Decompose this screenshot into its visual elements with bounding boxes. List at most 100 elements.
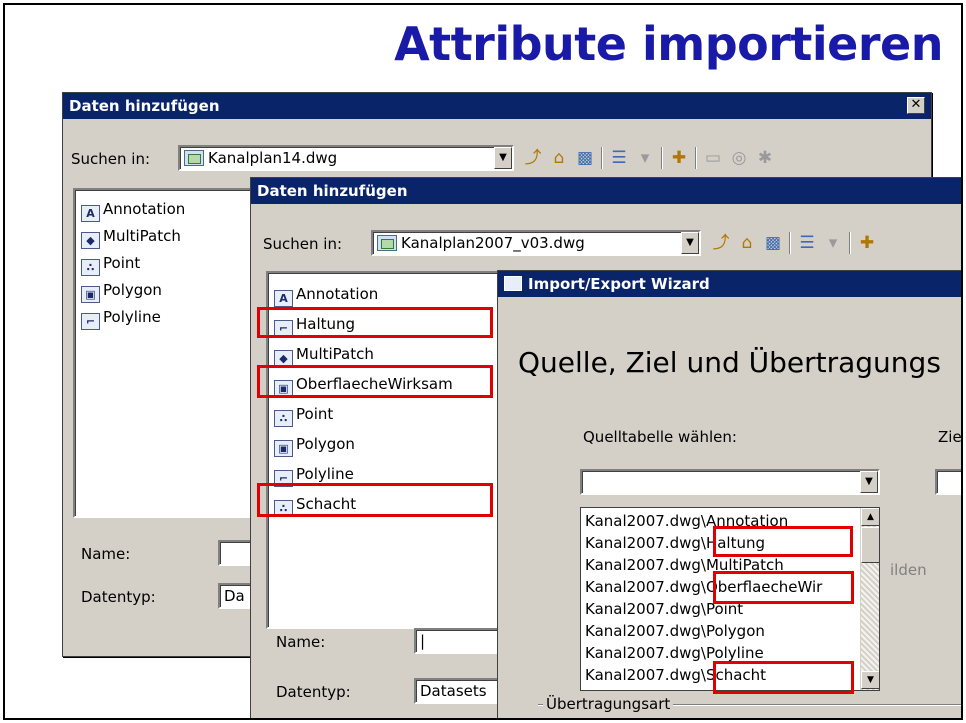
list-item[interactable]: Kanal2007.dwg\Point — [585, 599, 743, 619]
connect-folder-icon[interactable]: ✚ — [669, 148, 689, 168]
import-export-wizard: Import/Export Wizard Quelle, Ziel und Üb… — [497, 270, 962, 718]
point-icon: ∴ — [81, 259, 100, 276]
view-dropdown-icon[interactable]: ▾ — [823, 233, 843, 253]
list-item[interactable]: Kanal2007.dwg\Haltung — [585, 533, 765, 553]
close-button[interactable]: ✕ — [907, 97, 925, 114]
point-icon: ∴ — [274, 500, 293, 517]
dialog-toolbar: ⤴ ⌂ ▩ ☰ ▾ ✚ — [711, 230, 877, 256]
list-item-label: MultiPatch — [103, 227, 181, 245]
list-item[interactable]: ◆ MultiPatch — [274, 343, 374, 367]
toolbar-separator — [789, 232, 791, 254]
chevron-down-icon[interactable]: ▼ — [860, 471, 878, 493]
annotation-icon: A — [274, 290, 293, 307]
list-item-label: Annotation — [103, 200, 186, 218]
list-item[interactable]: A Annotation — [274, 283, 379, 307]
list-item[interactable]: Kanal2007.dwg\Annotation — [585, 511, 788, 531]
view-list-icon[interactable]: ☰ — [609, 148, 629, 168]
chevron-down-icon[interactable]: ▼ — [681, 232, 699, 254]
list-item[interactable]: ▣ Polygon — [274, 433, 355, 457]
list-item[interactable]: ∴ Point — [274, 403, 334, 427]
transfer-mode-group-label: Übertragungsart — [543, 695, 674, 713]
list-item[interactable]: Kanal2007.dwg\Schacht — [585, 665, 766, 685]
name-field[interactable]: | — [414, 628, 504, 654]
look-in-value: Kanalplan14.dwg — [208, 149, 338, 167]
slide-title: Attribute importieren — [394, 17, 943, 71]
list-item-label: Polyline — [296, 465, 354, 483]
database-icon[interactable]: ◎ — [729, 148, 749, 168]
list-item[interactable]: A Annotation — [81, 198, 186, 222]
catalog-icon[interactable]: ▩ — [575, 148, 595, 168]
wizard-app-icon — [504, 276, 522, 291]
list-scrollbar[interactable]: ▲ ▼ — [860, 508, 879, 690]
list-item[interactable]: Kanal2007.dwg\OberflaecheWir — [585, 577, 822, 597]
toolbar-separator — [849, 232, 851, 254]
cad-dataset-icon — [184, 150, 204, 166]
up-folder-icon[interactable]: ⤴ — [711, 233, 731, 253]
polyline-icon: ⌐ — [274, 470, 293, 487]
source-table-label: Quelltabelle wählen: — [583, 428, 737, 446]
look-in-label: Suchen in: — [71, 150, 151, 168]
toolbar-separator — [661, 147, 663, 169]
view-list-icon[interactable]: ☰ — [797, 233, 817, 253]
dialog-titlebar: Daten hinzufügen — [251, 178, 961, 204]
list-item-label: Point — [296, 405, 334, 423]
home-icon[interactable]: ⌂ — [737, 233, 757, 253]
list-item-label: MultiPatch — [296, 345, 374, 363]
look-in-combo[interactable]: Kanalplan2007_v03.dwg ▼ — [371, 230, 701, 256]
list-item[interactable]: ∴ Schacht — [274, 493, 357, 517]
polyline-icon: ⌐ — [81, 313, 100, 330]
list-item-label: Annotation — [296, 285, 379, 303]
look-in-value: Kanalplan2007_v03.dwg — [401, 234, 585, 252]
list-item[interactable]: ◆ MultiPatch — [81, 225, 181, 249]
multipatch-icon: ◆ — [274, 350, 293, 367]
multipatch-icon: ◆ — [81, 232, 100, 249]
source-table-combo[interactable]: ▼ — [580, 469, 880, 495]
cad-dataset-icon — [377, 235, 397, 251]
list-item[interactable]: Kanal2007.dwg\Polyline — [585, 643, 764, 663]
list-item[interactable]: ∴ Point — [81, 252, 141, 276]
list-item[interactable]: ▣ OberflaecheWirksam — [274, 373, 453, 397]
close-icon: ✕ — [910, 97, 922, 112]
wizard-heading: Quelle, Ziel und Übertragungs — [518, 346, 941, 379]
list-item[interactable]: ⌐ Polyline — [81, 306, 161, 330]
scroll-down-icon[interactable]: ▼ — [861, 671, 879, 689]
polygon-icon: ▣ — [274, 440, 293, 457]
scroll-up-icon[interactable]: ▲ — [861, 508, 879, 526]
list-item[interactable]: ⌐ Polyline — [274, 463, 354, 487]
polyline-icon: ⌐ — [274, 320, 293, 337]
partial-button-label: ilden — [890, 561, 927, 579]
list-item-label: OberflaecheWirksam — [296, 375, 453, 393]
chevron-down-icon[interactable]: ▼ — [494, 147, 512, 169]
up-folder-icon[interactable]: ⤴ — [523, 148, 543, 168]
target-table-label: Zielt — [938, 428, 962, 446]
new-folder-icon[interactable]: ▭ — [703, 148, 723, 168]
list-item-label: Polygon — [296, 435, 355, 453]
catalog-icon[interactable]: ▩ — [763, 233, 783, 253]
dialog-title: Daten hinzufügen — [257, 182, 408, 200]
list-item-label: Point — [103, 254, 141, 272]
source-table-list[interactable]: Kanal2007.dwg\Annotation Kanal2007.dwg\H… — [580, 507, 880, 691]
dialog-toolbar: ⤴ ⌂ ▩ ☰ ▾ ✚ ▭ ◎ ✱ — [523, 145, 775, 171]
wizard-title: Import/Export Wizard — [528, 275, 710, 293]
connect-folder-icon[interactable]: ✚ — [857, 233, 877, 253]
polygon-icon: ▣ — [81, 286, 100, 303]
list-item[interactable]: Kanal2007.dwg\Polygon — [585, 621, 765, 641]
list-item[interactable]: ▣ Polygon — [81, 279, 162, 303]
target-table-combo[interactable] — [935, 469, 961, 495]
list-item[interactable]: Kanal2007.dwg\MultiPatch — [585, 555, 784, 575]
toolbar-separator — [695, 147, 697, 169]
list-item-label: Schacht — [296, 495, 357, 513]
look-in-combo[interactable]: Kanalplan14.dwg ▼ — [178, 145, 514, 171]
list-item-label: Haltung — [296, 315, 356, 333]
list-item-label: Polygon — [103, 281, 162, 299]
tools-icon[interactable]: ✱ — [755, 148, 775, 168]
list-item[interactable]: ⌐ Haltung — [274, 313, 356, 337]
dialog-title: Daten hinzufügen — [69, 97, 220, 115]
annotation-icon: A — [81, 205, 100, 222]
scroll-thumb[interactable] — [861, 527, 879, 563]
home-icon[interactable]: ⌂ — [549, 148, 569, 168]
look-in-label: Suchen in: — [263, 235, 343, 253]
view-dropdown-icon[interactable]: ▾ — [635, 148, 655, 168]
type-select[interactable]: Datasets — [414, 678, 504, 704]
name-label: Name: — [276, 633, 326, 651]
